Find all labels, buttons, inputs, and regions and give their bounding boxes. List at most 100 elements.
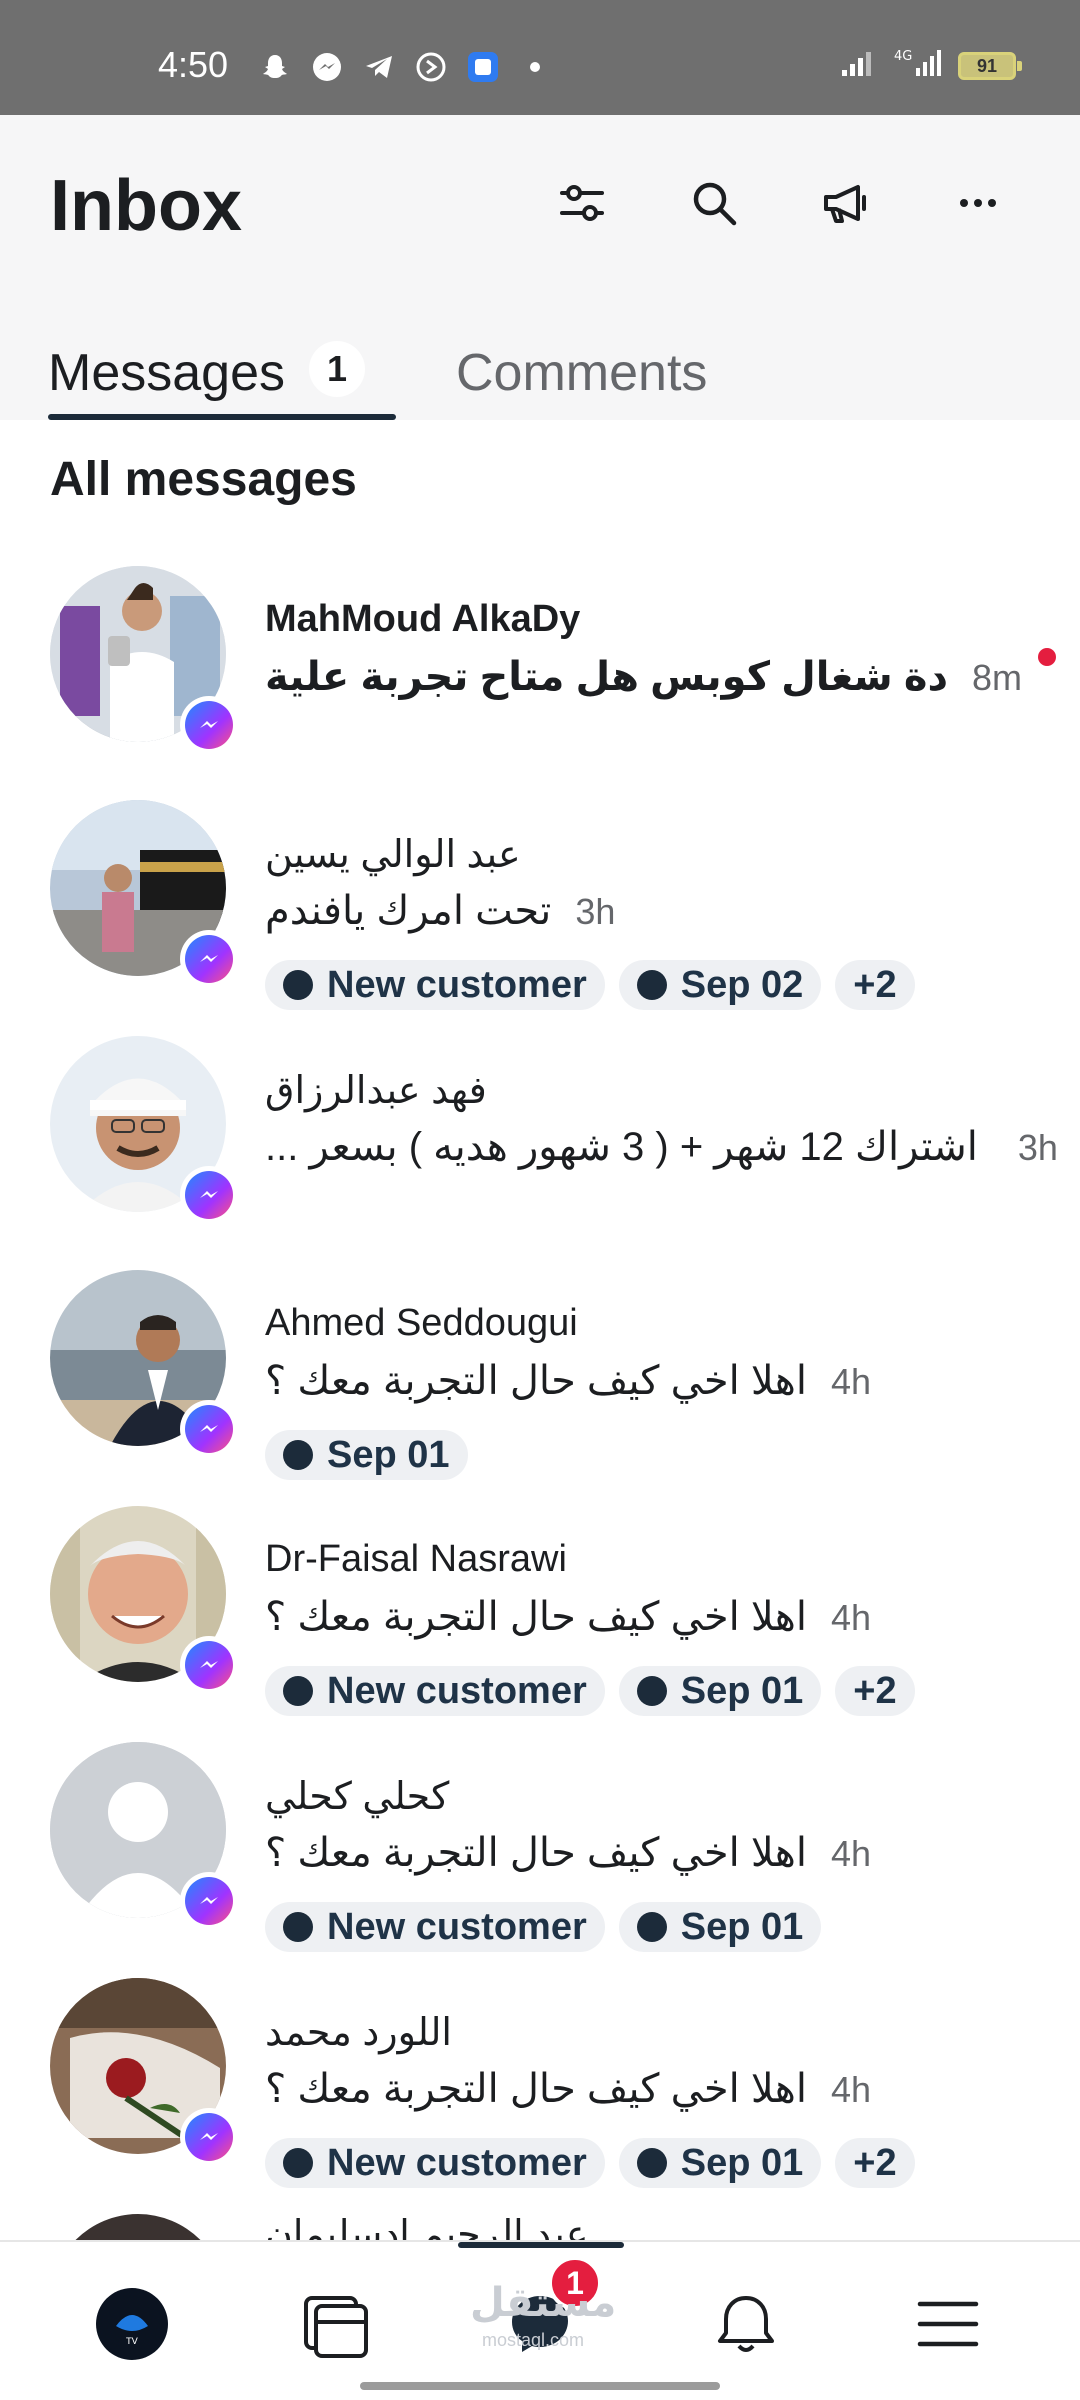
tag-dot-icon bbox=[283, 1912, 313, 1942]
inbox-tabs: Messages 1 Comments bbox=[0, 315, 1080, 420]
section-title: All messages bbox=[50, 453, 357, 506]
message-preview-text: اهلا اخي كيف حال التجربة معك ؟ bbox=[265, 1595, 807, 1639]
label-tag[interactable]: New customer bbox=[265, 960, 605, 1010]
messenger-icon bbox=[185, 1171, 233, 1219]
tag-label: New customer bbox=[327, 1905, 587, 1948]
message-preview-text: تحت امرك يافندم bbox=[265, 889, 552, 933]
message-time: 4h bbox=[830, 2069, 871, 2110]
label-tag[interactable]: New customer bbox=[265, 1666, 605, 1716]
message-time: 8m bbox=[972, 657, 1023, 698]
label-tag[interactable]: Sep 01 bbox=[265, 1430, 468, 1480]
contact-name: Ahmed Seddougui bbox=[265, 1302, 578, 1344]
active-nav-indicator bbox=[458, 2242, 624, 2248]
menu-icon[interactable] bbox=[908, 2284, 988, 2364]
telegram-icon bbox=[362, 50, 396, 84]
svg-text:TV: TV bbox=[125, 2337, 138, 2347]
pages-icon[interactable] bbox=[296, 2284, 376, 2364]
label-tag[interactable]: Sep 01 bbox=[618, 1902, 822, 1952]
active-tab-indicator bbox=[48, 414, 396, 420]
megaphone-icon[interactable] bbox=[816, 173, 876, 233]
avatar bbox=[50, 2214, 226, 2240]
page-title: Inbox bbox=[50, 166, 242, 246]
message-preview: اشتراك 12 شهر + ( 3 شهور هديه ) بسعر ...… bbox=[265, 1124, 1058, 1170]
contact-name: MahMoud AlkaDy bbox=[265, 598, 581, 640]
more-tags[interactable]: +2 bbox=[835, 1666, 915, 1716]
tab-comments[interactable]: Comments bbox=[456, 315, 707, 420]
tab-messages[interactable]: Messages 1 bbox=[48, 315, 396, 420]
tag-dot-icon bbox=[283, 2148, 313, 2178]
contact-name: عبد الرحيم ادسليمان bbox=[265, 2214, 589, 2240]
inbox-header: Inbox Messages 1 Comments bbox=[0, 115, 1080, 420]
messenger-badge bbox=[180, 1636, 238, 1694]
status-system-icons: 4G 91 bbox=[840, 46, 1022, 85]
tag-label: Sep 01 bbox=[327, 1433, 450, 1476]
tag-label: Sep 01 bbox=[680, 2141, 804, 2184]
message-preview-text: اهلا اخي كيف حال التجربة معك ؟ bbox=[265, 1359, 807, 1403]
conversation-row[interactable]: Dr-Faisal Nasrawi اهلا اخي كيف حال التجر… bbox=[0, 1506, 1080, 1742]
watermark-url: mostaql.com bbox=[482, 2330, 585, 2350]
messenger-icon bbox=[185, 1405, 233, 1453]
tab-messages-badge: 1 bbox=[309, 341, 365, 397]
message-preview: دة شغال كوبس هل متاح تجربة علية 8m bbox=[265, 654, 1022, 700]
network-4g-icon: 4G bbox=[892, 46, 942, 85]
tab-messages-label: Messages bbox=[48, 344, 285, 402]
message-preview-text: اشتراك 12 شهر + ( 3 شهور هديه ) بسعر ... bbox=[265, 1125, 978, 1169]
message-preview-text: اهلا اخي كيف حال التجربة معك ؟ bbox=[265, 1831, 807, 1875]
message-time: 3h bbox=[1017, 1127, 1058, 1168]
watermark: مستقل bbox=[470, 2281, 617, 2325]
label-tag[interactable]: New customer bbox=[265, 2138, 605, 2188]
label-tag[interactable]: Sep 02 bbox=[618, 960, 822, 1010]
tag-dot-icon bbox=[636, 1676, 667, 1706]
dot-icon bbox=[518, 50, 552, 84]
messenger-badge bbox=[180, 930, 238, 988]
conversation-row[interactable]: عبد الوالي يسين تحت امرك يافندم 3h New c… bbox=[0, 800, 1080, 1036]
tab-comments-label: Comments bbox=[456, 344, 708, 402]
signal-icon bbox=[840, 48, 876, 83]
status-time: 4:50 bbox=[158, 44, 229, 85]
contact-name: كحلي كحلي bbox=[265, 1776, 450, 1818]
more-tags[interactable]: +2 bbox=[835, 960, 915, 1010]
label-tag[interactable]: New customer bbox=[265, 1902, 605, 1952]
label-tag[interactable]: Sep 01 bbox=[618, 2138, 822, 2188]
tag-dot-icon bbox=[283, 1676, 313, 1706]
messenger-badge bbox=[180, 2108, 238, 2166]
more-tags[interactable]: +2 bbox=[835, 2138, 915, 2188]
tag-label: Sep 01 bbox=[680, 1669, 804, 1712]
message-preview: اهلا اخي كيف حال التجربة معك ؟ 4h bbox=[265, 1594, 871, 1640]
conversation-row[interactable]: اللورد محمد اهلا اخي كيف حال التجربة معك… bbox=[0, 1978, 1080, 2214]
label-tags: New customer Sep 02 +2 bbox=[265, 960, 915, 1010]
notifications-bell-icon[interactable] bbox=[706, 2284, 786, 2364]
messenger-badge bbox=[180, 1400, 238, 1458]
message-preview-text: دة شغال كوبس هل متاح تجربة علية bbox=[265, 655, 948, 699]
messenger-badge bbox=[180, 1872, 238, 1930]
tag-dot-icon bbox=[283, 970, 313, 1000]
label-tags: Sep 01 bbox=[265, 1430, 468, 1480]
conversation-row[interactable]: كحلي كحلي اهلا اخي كيف حال التجربة معك ؟… bbox=[0, 1742, 1080, 1978]
label-tag[interactable]: Sep 01 bbox=[618, 1666, 822, 1716]
contact-name: عبد الوالي يسين bbox=[265, 834, 521, 876]
app-icon bbox=[466, 50, 500, 84]
conversation-row[interactable]: MahMoud AlkaDy دة شغال كوبس هل متاح تجرب… bbox=[0, 566, 1080, 802]
message-preview: اهلا اخي كيف حال التجربة معك ؟ 4h bbox=[265, 1358, 871, 1404]
more-icon[interactable] bbox=[948, 173, 1008, 233]
filter-icon[interactable] bbox=[552, 173, 612, 233]
messenger-icon bbox=[185, 2113, 233, 2161]
conversation-row[interactable]: فهد عبدالرزاق اشتراك 12 شهر + ( 3 شهور ه… bbox=[0, 1036, 1080, 1272]
nav-profile-avatar[interactable]: TV bbox=[92, 2284, 172, 2364]
message-time: 4h bbox=[830, 1597, 871, 1638]
tag-dot-icon bbox=[636, 970, 667, 1000]
tag-label: Sep 02 bbox=[680, 963, 804, 1006]
contact-name: اللورد محمد bbox=[265, 2012, 452, 2054]
contact-name: فهد عبدالرزاق bbox=[265, 1070, 487, 1112]
home-indicator[interactable] bbox=[360, 2382, 720, 2390]
label-tags: New customer Sep 01 +2 bbox=[265, 1666, 915, 1716]
svg-text:4G: 4G bbox=[894, 49, 912, 64]
messenger-badge bbox=[180, 1166, 238, 1224]
messenger-icon bbox=[185, 701, 233, 749]
conversation-row[interactable]: Ahmed Seddougui اهلا اخي كيف حال التجربة… bbox=[0, 1270, 1080, 1506]
message-preview: اهلا اخي كيف حال التجربة معك ؟ 4h bbox=[265, 1830, 871, 1876]
conversation-row[interactable]: عبد الرحيم ادسليمان bbox=[0, 2210, 1080, 2240]
status-bar: 4:50 4G 91 bbox=[0, 0, 1080, 115]
search-icon[interactable] bbox=[684, 173, 744, 233]
label-tags: New customer Sep 01 +2 bbox=[265, 2138, 915, 2188]
